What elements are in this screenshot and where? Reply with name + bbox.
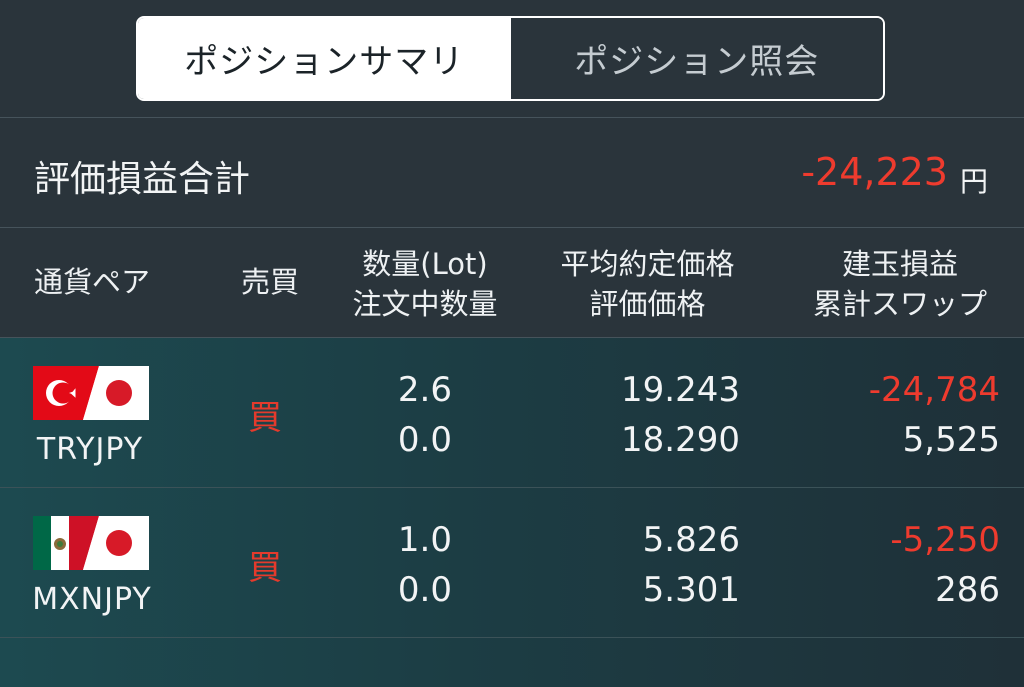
position-pl-value: -24,784 (868, 370, 1000, 410)
header-ordered-label: 注文中数量 (352, 287, 498, 321)
tab-position-inquiry[interactable]: ポジション照会 (510, 18, 883, 99)
table-row[interactable]: MXNJPY 買 1.0 0.0 5.826 5.301 -5,250 286 (0, 488, 1024, 638)
side-buy-label: 買 (248, 548, 282, 588)
currency-pair-flags (33, 516, 149, 570)
currency-pair-label: TRYJPY (36, 432, 144, 467)
position-pl-value: -5,250 (890, 520, 1000, 560)
header-side: 売買 (240, 265, 299, 299)
lot-value: 2.6 (397, 370, 452, 410)
position-screen: ポジションサマリ ポジション照会 評価損益合計 -24,223 円 通貨ペア 売… (0, 0, 1024, 687)
header-lot-label: 数量(Lot) (362, 247, 488, 281)
currency-pair-flags (33, 366, 149, 420)
header-price: 平均約定価格 評価価格 (540, 244, 755, 324)
total-pl-label: 評価損益合計 (34, 159, 251, 200)
avg-price-value: 19.243 (621, 370, 740, 410)
header-avg-price-label: 平均約定価格 (560, 247, 735, 281)
total-pl-value: -24,223 (801, 150, 948, 194)
side-buy-label: 買 (248, 398, 282, 438)
ordered-lot-value: 0.0 (397, 570, 452, 610)
swap-value: 5,525 (902, 420, 1000, 460)
ordered-lot-value: 0.0 (397, 420, 452, 460)
tab-position-summary[interactable]: ポジションサマリ (138, 18, 511, 99)
table-row[interactable]: TRYJPY 買 2.6 0.0 19.243 18.290 -24,784 5… (0, 338, 1024, 488)
segmented-control: ポジションサマリ ポジション照会 (136, 16, 885, 101)
header-pl-label: 建玉損益 (841, 247, 958, 281)
header-pl: 建玉損益 累計スワップ (780, 244, 1020, 324)
total-pl-row: 評価損益合計 -24,223 円 (0, 118, 1024, 228)
header-lot: 数量(Lot) 注文中数量 (330, 244, 520, 324)
eval-price-value: 5.301 (642, 570, 740, 610)
header-pair: 通貨ペア (34, 265, 151, 299)
eval-price-value: 18.290 (621, 420, 740, 460)
position-list: TRYJPY 買 2.6 0.0 19.243 18.290 -24,784 5… (0, 338, 1024, 687)
header-swap-label: 累計スワップ (812, 287, 987, 321)
table-header: 通貨ペア 売買 数量(Lot) 注文中数量 平均約定価格 評価価格 建玉損益 累… (0, 228, 1024, 338)
avg-price-value: 5.826 (642, 520, 740, 560)
header-eval-price-label: 評価価格 (589, 287, 706, 321)
swap-value: 286 (935, 570, 1000, 610)
tab-bar: ポジションサマリ ポジション照会 (0, 0, 1024, 118)
total-pl-unit: 円 (959, 165, 988, 198)
lot-value: 1.0 (397, 520, 452, 560)
currency-pair-label: MXNJPY (32, 582, 152, 617)
